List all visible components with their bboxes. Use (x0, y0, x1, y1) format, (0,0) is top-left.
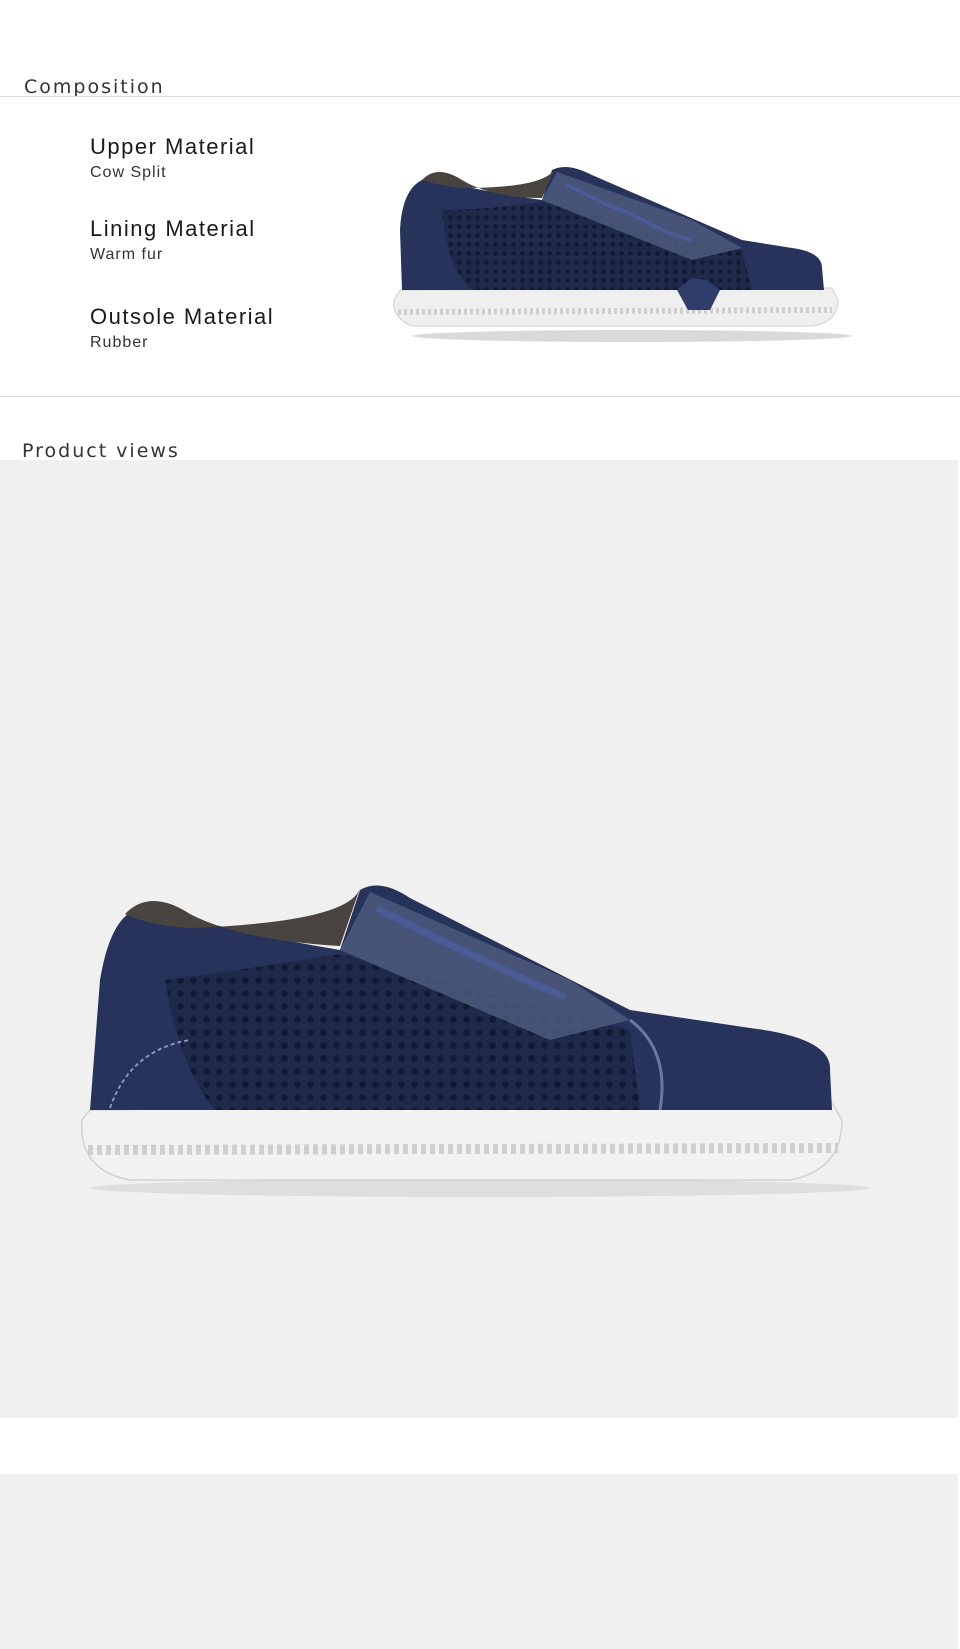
outsole-material-block: Outsole Material Rubber (90, 304, 274, 354)
shoe-side-view-image (81, 885, 870, 1197)
divider (0, 396, 960, 397)
upper-material-value: Cow Split (90, 164, 167, 181)
outsole-material-label: Outsole Material (90, 304, 275, 329)
lining-material-value: Warm fur (90, 246, 164, 263)
product-views-title: Product views (22, 439, 180, 462)
outsole-material-value: Rubber (90, 334, 149, 351)
product-view-panel (0, 460, 958, 1418)
lining-material-block: Lining Material Warm fur (90, 216, 256, 266)
divider (0, 96, 960, 97)
upper-material-block: Upper Material Cow Split (90, 134, 255, 184)
shoe-composition-image (393, 166, 852, 342)
upper-material-label: Upper Material (90, 134, 256, 159)
lining-material-label: Lining Material (90, 216, 256, 241)
product-view-panel-next (0, 1474, 958, 1649)
composition-title: Composition (24, 75, 165, 98)
